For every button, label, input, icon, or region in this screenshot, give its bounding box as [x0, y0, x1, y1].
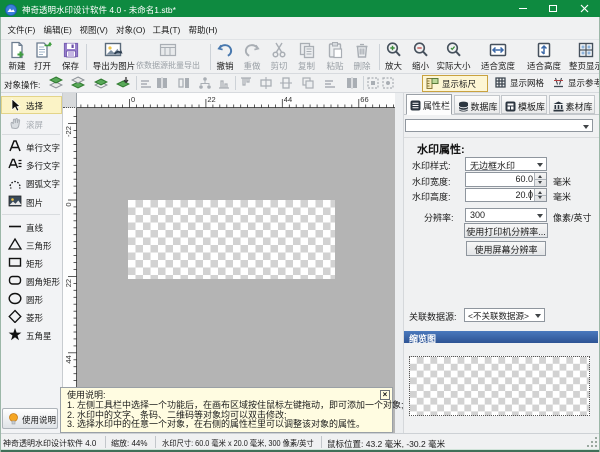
svg-text:66: 66 [360, 95, 368, 104]
svg-text:44: 44 [64, 355, 73, 363]
svg-text:22: 22 [207, 95, 215, 104]
svg-text:-22: -22 [64, 126, 73, 137]
svg-text:0: 0 [131, 95, 135, 104]
svg-text:0: 0 [64, 203, 73, 207]
svg-text:22: 22 [64, 279, 73, 287]
svg-text:44: 44 [284, 95, 292, 104]
